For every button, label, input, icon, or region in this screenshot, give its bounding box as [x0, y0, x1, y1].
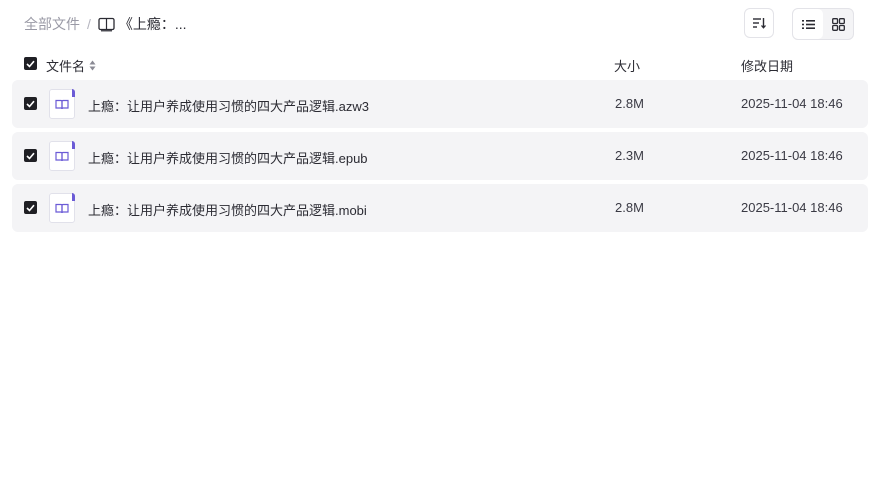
row-checkbox[interactable]: [24, 201, 37, 214]
ebook-file-icon: [49, 193, 75, 223]
name-header-label: 文件名: [46, 59, 86, 74]
name-column-header[interactable]: 文件名: [46, 56, 96, 75]
file-date: 2025-11-04 18:46: [741, 200, 843, 215]
file-name[interactable]: 上瘾：让用户养成使用习惯的四大产品逻辑.epub: [88, 148, 368, 167]
size-column-header[interactable]: 大小: [614, 56, 640, 75]
file-size: 2.8M: [615, 96, 644, 111]
list-view-button[interactable]: [793, 9, 823, 39]
row-checkbox[interactable]: [24, 149, 37, 162]
file-date: 2025-11-04 18:46: [741, 96, 843, 111]
breadcrumb: 全部文件 / 《上瘾：...: [24, 14, 187, 34]
ebook-file-icon: [49, 141, 75, 171]
checkmark-icon: [26, 152, 35, 160]
list-view-icon: [801, 19, 815, 30]
table-row[interactable]: 上瘾：让用户养成使用习惯的四大产品逻辑.epub 2.3M 2025-11-04…: [12, 132, 868, 180]
table-row[interactable]: 上瘾：让用户养成使用习惯的四大产品逻辑.mobi 2.8M 2025-11-04…: [12, 184, 868, 232]
breadcrumb-separator: /: [87, 16, 91, 32]
file-name[interactable]: 上瘾：让用户养成使用习惯的四大产品逻辑.azw3: [88, 96, 369, 115]
grid-view-button[interactable]: [823, 9, 853, 39]
select-all-checkbox[interactable]: [24, 57, 37, 70]
file-name[interactable]: 上瘾：让用户养成使用习惯的四大产品逻辑.mobi: [88, 200, 367, 219]
breadcrumb-current: 《上瘾：...: [118, 16, 187, 32]
file-list: 上瘾：让用户养成使用习惯的四大产品逻辑.azw3 2.8M 2025-11-04…: [12, 80, 868, 236]
ebook-file-icon: [49, 89, 75, 119]
file-size: 2.8M: [615, 200, 644, 215]
file-browser: 全部文件 / 《上瘾：... 文件名 大小 修改日期 上瘾：让用户养成使用习惯的…: [0, 0, 878, 495]
view-toggle: [792, 8, 854, 40]
file-size: 2.3M: [615, 148, 644, 163]
table-header: 文件名 大小 修改日期: [12, 48, 868, 80]
checkmark-icon: [26, 204, 35, 212]
date-column-header[interactable]: 修改日期: [741, 56, 793, 75]
checkmark-icon: [26, 60, 35, 68]
book-icon: [98, 17, 115, 32]
sort-button[interactable]: [744, 8, 774, 38]
top-bar: 全部文件 / 《上瘾：...: [0, 0, 878, 48]
breadcrumb-root[interactable]: 全部文件: [24, 14, 80, 34]
file-date: 2025-11-04 18:46: [741, 148, 843, 163]
sort-caret-icon: [89, 60, 96, 71]
grid-view-icon: [831, 17, 845, 31]
table-row[interactable]: 上瘾：让用户养成使用习惯的四大产品逻辑.azw3 2.8M 2025-11-04…: [12, 80, 868, 128]
sort-icon: [752, 17, 766, 29]
row-checkbox[interactable]: [24, 97, 37, 110]
checkmark-icon: [26, 100, 35, 108]
